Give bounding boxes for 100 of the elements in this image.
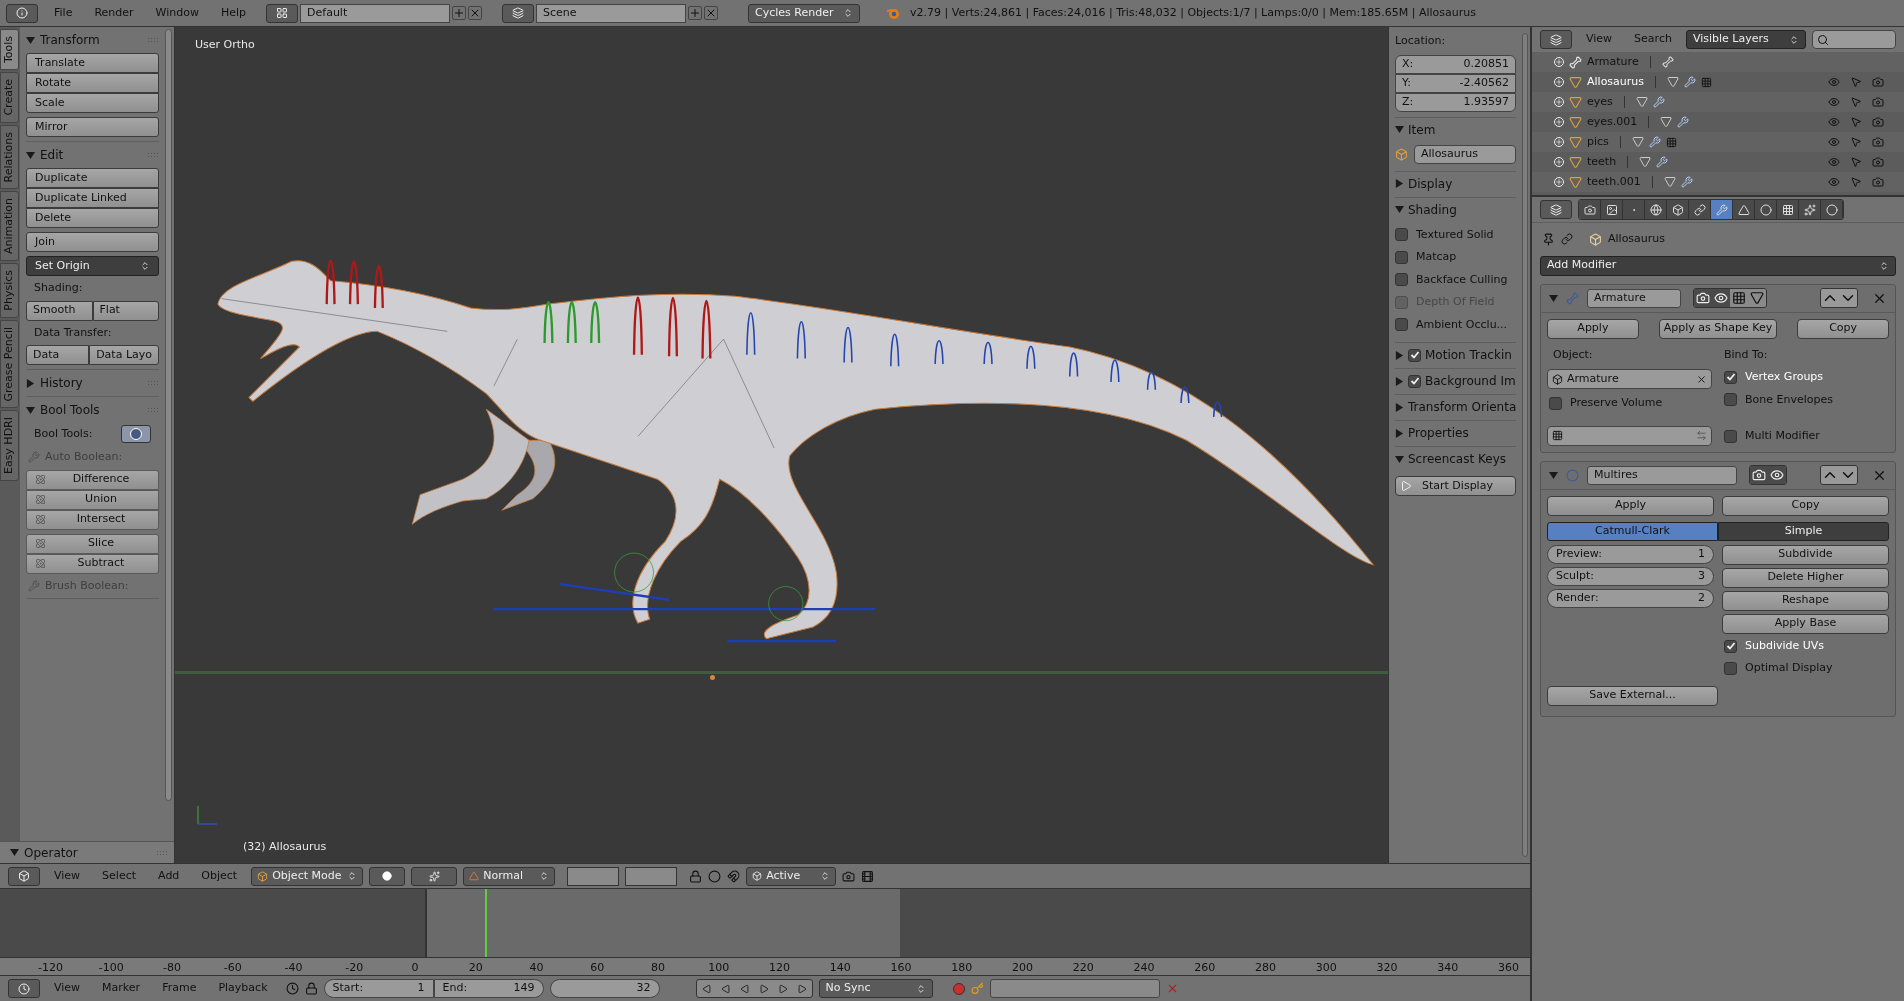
checkbox[interactable] bbox=[1724, 661, 1737, 675]
snap-icon[interactable] bbox=[727, 869, 741, 883]
start-frame-field[interactable]: Start: 1 bbox=[323, 979, 434, 998]
invert-icon[interactable] bbox=[1696, 430, 1707, 441]
panel-header[interactable]: Edit bbox=[26, 146, 159, 164]
vertex-group-field[interactable] bbox=[1547, 425, 1712, 446]
tool-button[interactable]: Join bbox=[26, 232, 159, 252]
menu-item[interactable]: Playback bbox=[210, 980, 276, 997]
expand-icon[interactable] bbox=[1554, 117, 1564, 127]
save-external-button[interactable]: Save External... bbox=[1547, 685, 1718, 706]
texture-tab[interactable] bbox=[1777, 200, 1799, 219]
checkbox[interactable] bbox=[1395, 273, 1408, 287]
level-field[interactable]: Render: 2 bbox=[1547, 588, 1714, 608]
render-icon[interactable] bbox=[1872, 136, 1884, 148]
expand-triangle-icon[interactable] bbox=[1395, 179, 1404, 188]
constraints-tab[interactable] bbox=[1689, 200, 1711, 219]
menu-item[interactable]: Add bbox=[150, 867, 188, 885]
data-tab[interactable] bbox=[1733, 200, 1755, 219]
select-icon[interactable] bbox=[1850, 136, 1862, 148]
menu-item[interactable]: Marker bbox=[94, 980, 149, 997]
current-frame-field[interactable]: 32 bbox=[549, 979, 660, 998]
modifier-button[interactable]: Apply Base bbox=[1722, 613, 1889, 634]
panel-header[interactable]: Properties bbox=[1395, 425, 1516, 441]
end-frame-field[interactable]: End: 149 bbox=[433, 979, 544, 998]
clear-icon[interactable] bbox=[1696, 373, 1707, 385]
record-icon[interactable] bbox=[952, 982, 965, 995]
expand-icon[interactable] bbox=[1554, 177, 1564, 187]
expand-triangle-icon[interactable] bbox=[26, 150, 35, 160]
panel-header[interactable]: Motion Trackin bbox=[1395, 347, 1516, 363]
viewport-toggle-icon[interactable] bbox=[1768, 466, 1786, 484]
render-icon[interactable] bbox=[1872, 96, 1884, 108]
layout-field[interactable]: Default bbox=[300, 3, 451, 23]
editor-type-button[interactable] bbox=[502, 3, 535, 23]
expand-triangle-icon[interactable] bbox=[1395, 428, 1404, 438]
visibility-icon[interactable] bbox=[1828, 136, 1840, 148]
play-reverse-icon[interactable] bbox=[739, 983, 750, 994]
panel-header[interactable]: History bbox=[26, 374, 159, 392]
expand-icon[interactable] bbox=[1554, 137, 1564, 147]
jump-end-icon[interactable] bbox=[796, 983, 807, 994]
pivot-button[interactable] bbox=[411, 866, 458, 886]
play-icon[interactable] bbox=[758, 983, 769, 994]
panel-header[interactable]: Operator bbox=[0, 841, 174, 863]
start-display-button[interactable]: Start Display bbox=[1395, 476, 1516, 496]
close-icon[interactable] bbox=[704, 6, 719, 20]
modifier-name-field[interactable]: Multires bbox=[1587, 465, 1737, 485]
select-icon[interactable] bbox=[1850, 76, 1862, 88]
close-icon[interactable] bbox=[468, 6, 483, 20]
visibility-icon[interactable] bbox=[1828, 96, 1840, 108]
location-field[interactable]: X: 0.20851 bbox=[1395, 54, 1516, 74]
editor-type-button[interactable] bbox=[8, 979, 40, 998]
orientation-dropdown[interactable]: Normal bbox=[463, 866, 556, 886]
expand-triangle-icon[interactable] bbox=[10, 848, 19, 857]
modifier-name-field[interactable]: Armature bbox=[1587, 288, 1681, 308]
menu-item[interactable]: File bbox=[48, 4, 79, 22]
tool-button[interactable]: Duplicate bbox=[26, 168, 159, 188]
expand-icon[interactable] bbox=[1554, 77, 1564, 87]
location-field[interactable]: Y: -2.40562 bbox=[1395, 73, 1516, 93]
checkbox[interactable] bbox=[1724, 639, 1737, 653]
proportional-edit-icon[interactable] bbox=[708, 869, 722, 883]
expand-triangle-icon[interactable] bbox=[1395, 376, 1404, 386]
visibility-icon[interactable] bbox=[1828, 176, 1840, 188]
visibility-icon[interactable] bbox=[1828, 116, 1840, 128]
editor-type-button[interactable] bbox=[6, 3, 38, 23]
animation-render-icon[interactable] bbox=[861, 869, 875, 883]
modifier-button[interactable]: Reshape bbox=[1722, 590, 1889, 611]
subdivision-type-tab[interactable]: Simple bbox=[1718, 521, 1889, 541]
clock-icon[interactable] bbox=[285, 982, 299, 995]
panel-header[interactable]: Transform bbox=[26, 31, 159, 49]
menu-item[interactable]: View bbox=[46, 867, 89, 885]
menu-item[interactable]: Help bbox=[214, 4, 253, 22]
menu-item[interactable]: View bbox=[1578, 31, 1621, 48]
pin-icon[interactable] bbox=[1542, 232, 1555, 246]
expand-triangle-icon[interactable] bbox=[1395, 350, 1404, 360]
tool-button[interactable]: Delete bbox=[26, 208, 159, 228]
tool-button[interactable]: Scale bbox=[26, 93, 159, 113]
render-icon[interactable] bbox=[1872, 156, 1884, 168]
expand-triangle-icon[interactable] bbox=[1395, 205, 1404, 214]
editor-type-button[interactable] bbox=[8, 866, 40, 886]
physics-tab[interactable] bbox=[1821, 200, 1843, 219]
lock-icon[interactable] bbox=[689, 869, 703, 883]
expand-icon[interactable] bbox=[1554, 57, 1564, 67]
move-down-icon[interactable] bbox=[1839, 289, 1857, 307]
tool-button[interactable]: Smooth bbox=[26, 300, 93, 321]
render-tab[interactable] bbox=[1579, 200, 1601, 219]
expand-icon[interactable] bbox=[1554, 97, 1564, 107]
modifier-button[interactable]: Apply as Shape Key bbox=[1658, 318, 1778, 339]
modifiers-tab[interactable] bbox=[1711, 200, 1733, 219]
tool-button[interactable]: Rotate bbox=[26, 73, 159, 93]
subdivision-type-tab[interactable]: Catmull-Clark bbox=[1547, 521, 1718, 541]
render-icon[interactable] bbox=[842, 869, 856, 883]
editor-type-button[interactable] bbox=[1540, 30, 1572, 49]
move-down-icon[interactable] bbox=[1839, 466, 1857, 484]
jump-start-icon[interactable] bbox=[701, 983, 712, 994]
render-toggle-icon[interactable] bbox=[1750, 466, 1768, 484]
menu-item[interactable]: Search bbox=[1626, 31, 1680, 48]
menu-item[interactable]: Window bbox=[149, 4, 205, 22]
layer-buttons[interactable] bbox=[567, 866, 620, 886]
checkbox[interactable] bbox=[1408, 348, 1421, 362]
expand-triangle-icon[interactable] bbox=[1549, 470, 1558, 480]
render-icon[interactable] bbox=[1872, 116, 1884, 128]
